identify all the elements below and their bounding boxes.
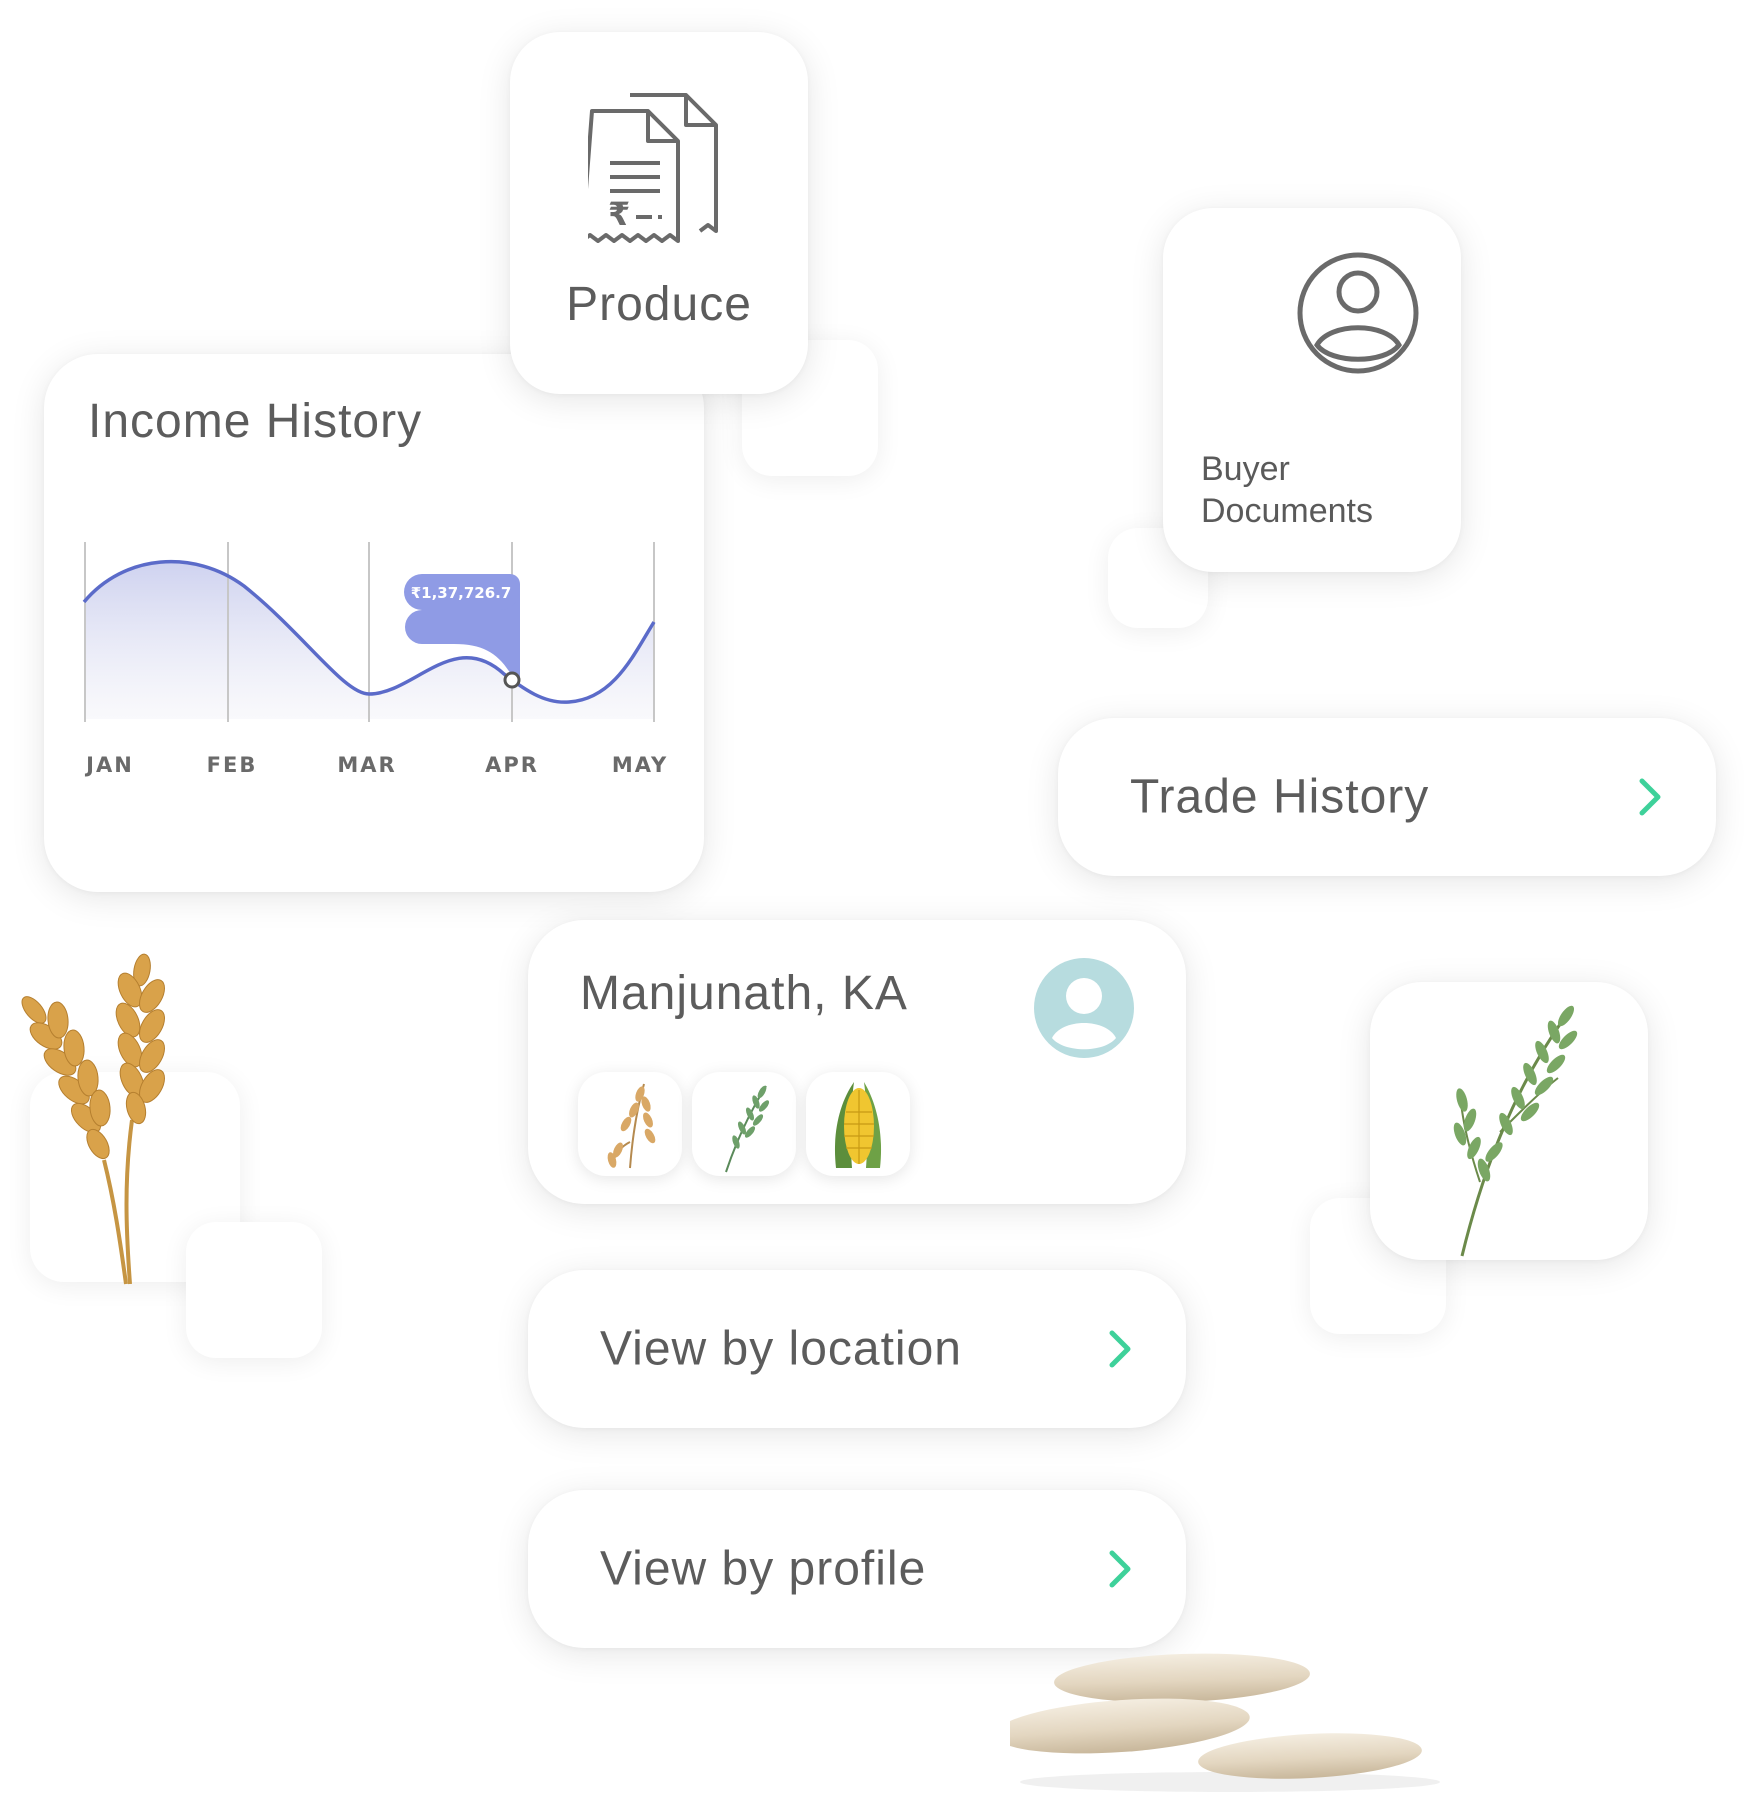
chevron-right-icon[interactable]: [1108, 1549, 1134, 1589]
chevron-right-icon[interactable]: [1638, 777, 1664, 817]
rice-grains-image: [1010, 1653, 1440, 1792]
svg-text:₹: ₹: [608, 195, 630, 233]
highlight-point[interactable]: [503, 671, 521, 689]
tooltip-value: ₹1,37,726.7: [411, 584, 512, 602]
trade-history-card[interactable]: Trade History: [1058, 718, 1716, 876]
trade-history-label: Trade History: [1130, 770, 1430, 824]
view-by-profile-label: View by profile: [600, 1542, 927, 1596]
produce-label: Produce: [566, 278, 752, 331]
user-circle-icon: [1297, 252, 1419, 374]
crop-chip-oat[interactable]: [578, 1072, 682, 1176]
income-chart[interactable]: ₹1,37,726.7 JAN FEB MAR APR MAY: [44, 504, 704, 824]
view-by-profile-button[interactable]: View by profile: [528, 1490, 1186, 1648]
month-label: MAY: [612, 753, 668, 777]
month-label: APR: [485, 753, 539, 777]
chevron-right-icon[interactable]: [1108, 1329, 1134, 1369]
oat-icon: [607, 1083, 656, 1169]
farmer-name: Manjunath, KA: [580, 967, 908, 1020]
buyer-label-line2: Documents: [1201, 492, 1373, 530]
decorative-tile: [186, 1222, 322, 1358]
month-label: FEB: [207, 753, 258, 777]
rice-plant-icon: [725, 1085, 770, 1173]
month-label: MAR: [337, 753, 396, 777]
crop-chip-corn[interactable]: [806, 1072, 910, 1176]
month-label: JAN: [84, 753, 134, 777]
crop-chip-rice[interactable]: [692, 1072, 796, 1176]
view-by-location-button[interactable]: View by location: [528, 1270, 1186, 1428]
buyer-label-line1: Buyer: [1201, 450, 1290, 488]
buyer-documents-card[interactable]: Buyer Documents: [1163, 208, 1461, 572]
avatar[interactable]: [1034, 958, 1134, 1058]
income-history-title: Income History: [88, 395, 423, 448]
produce-card[interactable]: ₹ Produce: [510, 32, 808, 394]
income-history-card[interactable]: Income History ₹1,37,726.7 JAN FEB MAR A…: [44, 354, 704, 892]
wheat-image: [21, 953, 165, 1285]
invoice-receipt-icon: ₹: [588, 93, 718, 243]
rice-plant-image: [1453, 1005, 1578, 1257]
view-by-location-label: View by location: [600, 1322, 962, 1376]
corn-icon: [834, 1082, 882, 1168]
buyer-documents-label: Buyer Documents: [1201, 448, 1373, 532]
farmer-profile-card[interactable]: Manjunath, KA: [528, 920, 1186, 1204]
rice-image-tile: [1370, 982, 1648, 1260]
